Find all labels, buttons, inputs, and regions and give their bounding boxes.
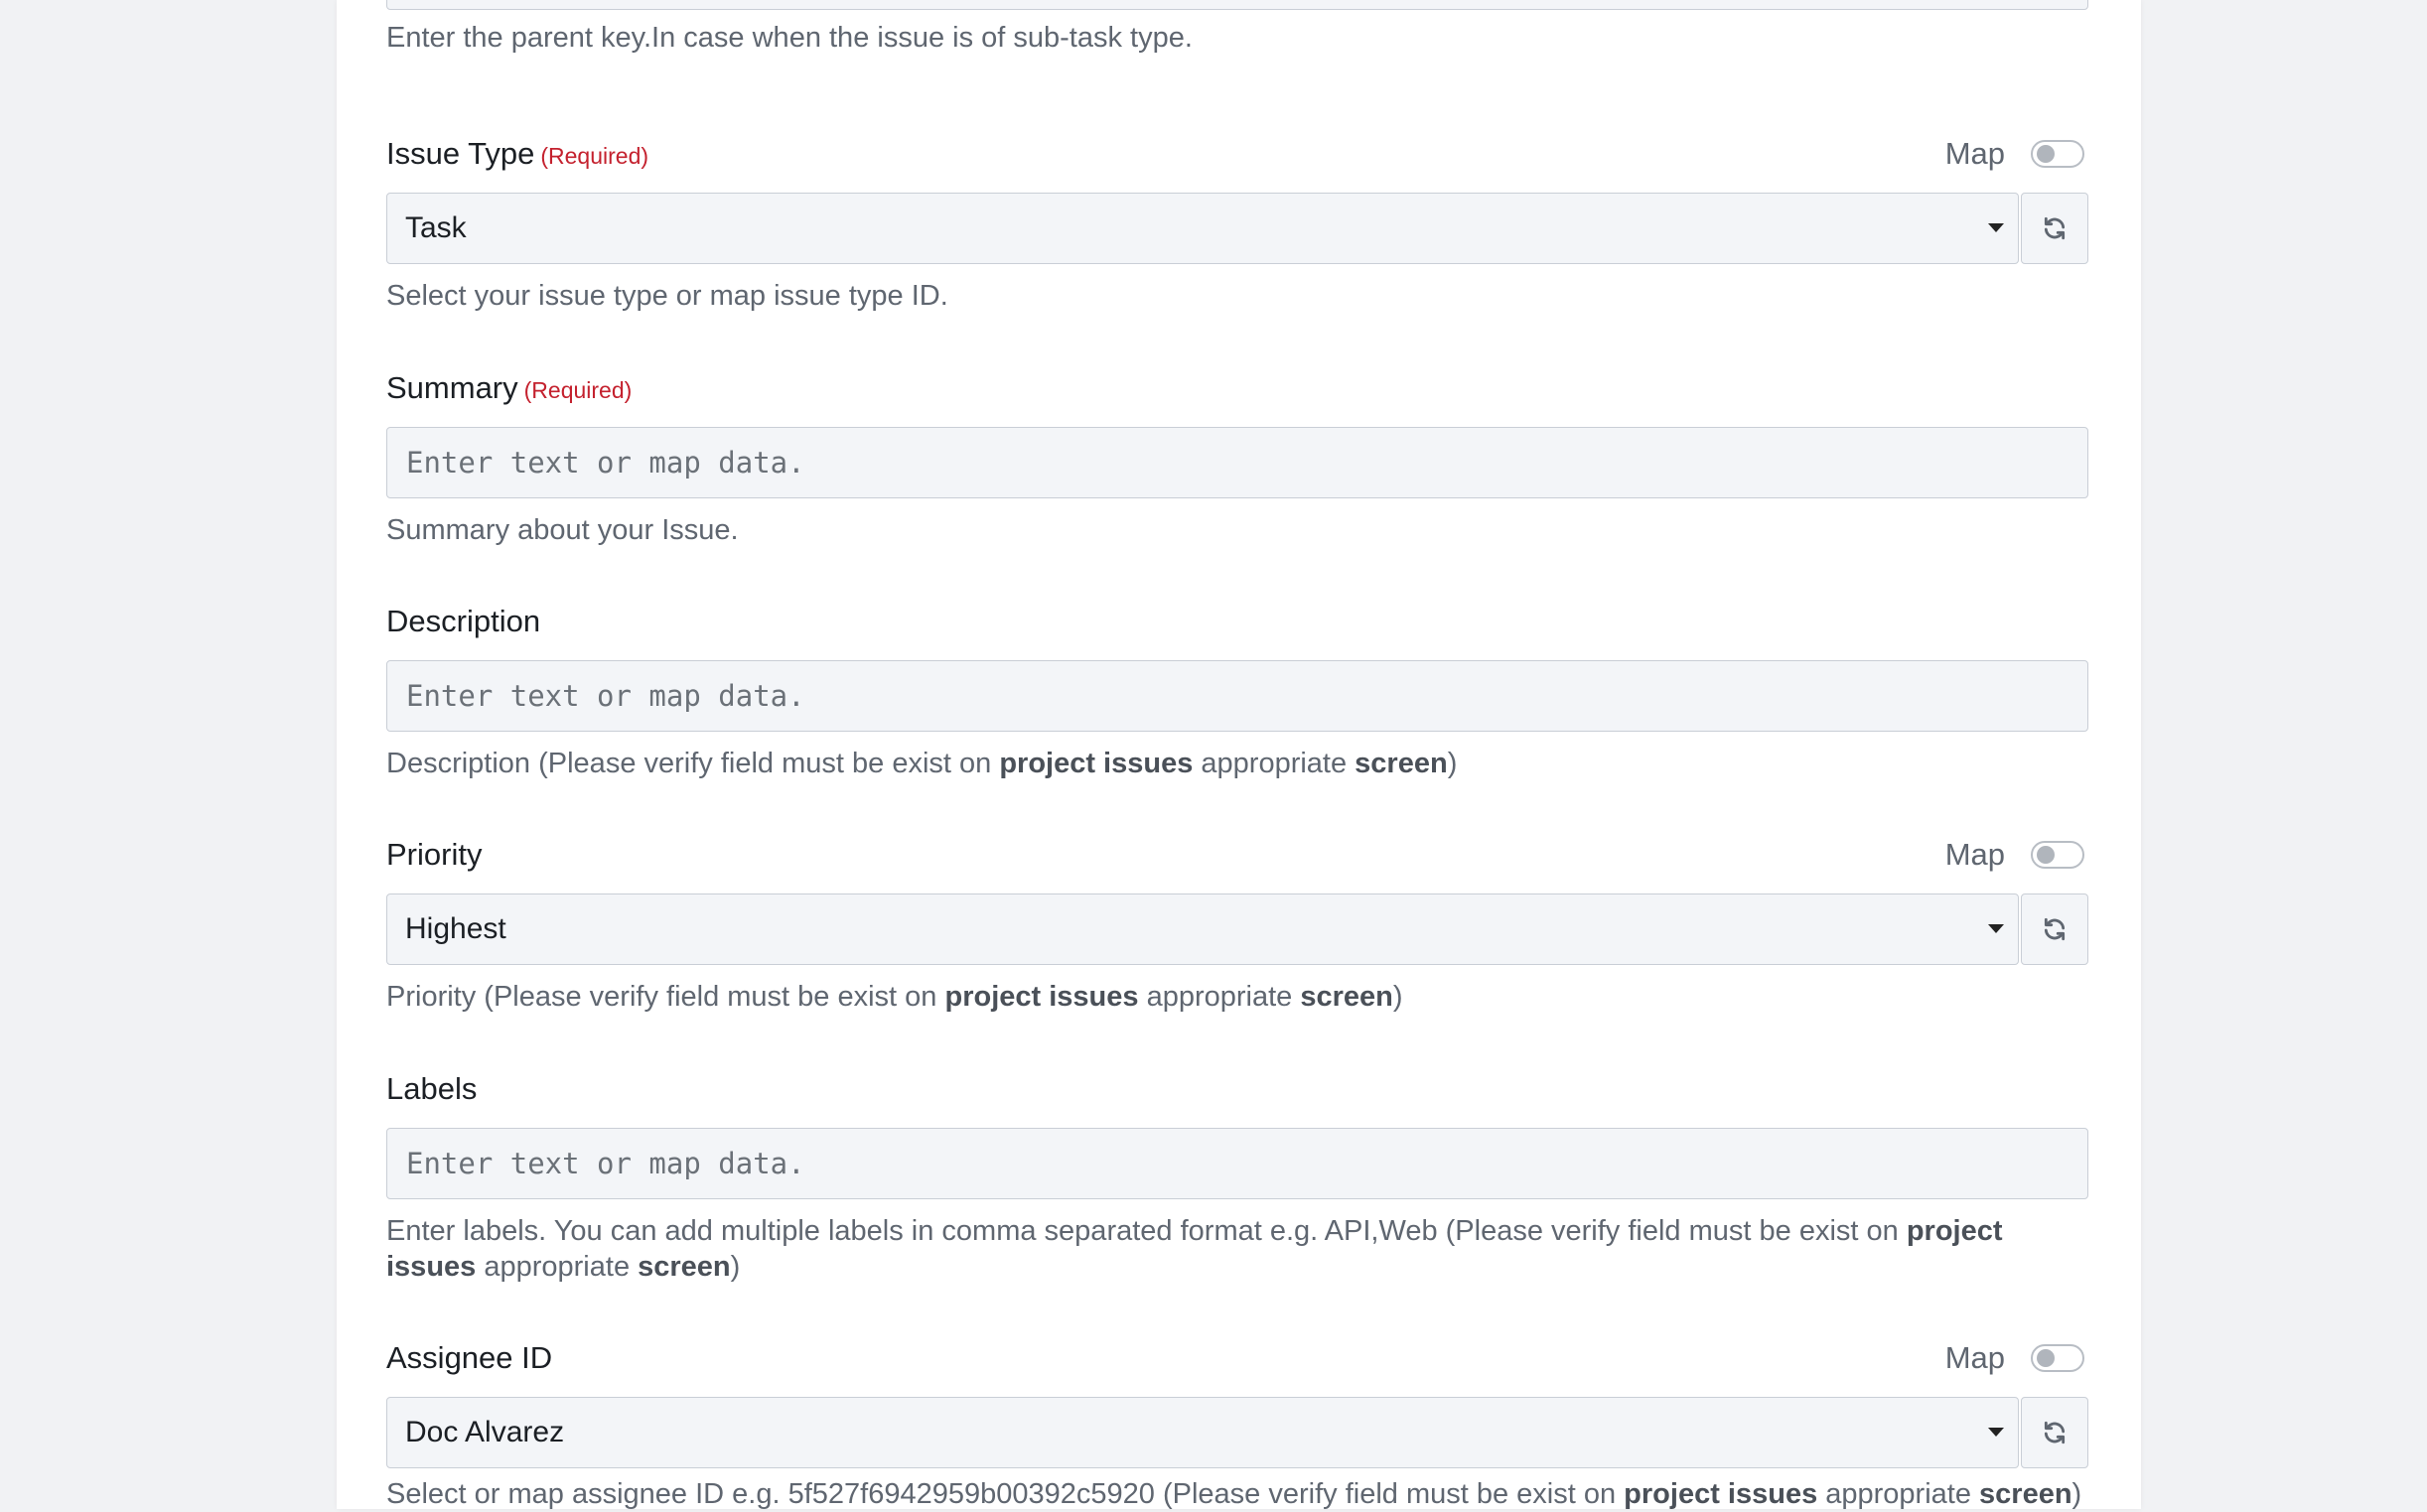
- assignee-help: Select or map assignee ID e.g. 5f527f694…: [386, 1476, 2088, 1512]
- summary-label-text: Summary: [386, 370, 518, 405]
- caret-down-icon: [1988, 924, 2004, 933]
- help-emphasis: project issues: [999, 748, 1194, 779]
- assignee-field: Assignee ID Map Doc Alvarez Select or ma…: [386, 1338, 2088, 1512]
- refresh-icon: [2044, 1421, 2066, 1444]
- assignee-map-toggle[interactable]: [2031, 1344, 2084, 1372]
- priority-map: Map: [1945, 835, 2084, 875]
- help-text: Select or map assignee ID e.g. 5f527f694…: [386, 1478, 1625, 1510]
- help-emphasis: screen: [638, 1251, 731, 1283]
- caret-down-icon: [1988, 223, 2004, 232]
- assignee-map: Map: [1945, 1338, 2084, 1378]
- help-text: ): [2071, 1478, 2082, 1510]
- summary-input[interactable]: [386, 427, 2088, 498]
- issue-type-map-toggle[interactable]: [2031, 140, 2084, 168]
- assignee-select[interactable]: Doc Alvarez: [386, 1397, 2019, 1468]
- summary-field: Summary(Required) Summary about your Iss…: [386, 368, 2088, 548]
- parent-key-field: Enter the parent key.In case when the is…: [386, 0, 2088, 56]
- issue-type-value: Task: [405, 211, 467, 244]
- required-marker: (Required): [540, 143, 649, 169]
- labels-label: Labels: [386, 1071, 478, 1106]
- caret-down-icon: [1988, 1428, 2004, 1437]
- parent-key-input[interactable]: [386, 0, 2088, 10]
- help-text: appropriate: [1193, 748, 1356, 779]
- description-help: Description (Please verify field must be…: [386, 746, 2088, 781]
- help-emphasis: project issues: [1624, 1478, 1818, 1510]
- labels-help: Enter labels. You can add multiple label…: [386, 1213, 2088, 1285]
- summary-help: Summary about your Issue.: [386, 514, 739, 546]
- help-text: ): [1447, 748, 1458, 779]
- assignee-refresh-button[interactable]: [2021, 1397, 2088, 1468]
- description-field: Description Description (Please verify f…: [386, 602, 2088, 781]
- issue-type-label-text: Issue Type: [386, 136, 535, 171]
- map-label: Map: [1944, 837, 2005, 872]
- help-text: Enter labels. You can add multiple label…: [386, 1215, 1907, 1247]
- required-marker: (Required): [523, 377, 633, 403]
- help-text: ): [730, 1251, 741, 1283]
- help-emphasis: screen: [1300, 981, 1393, 1013]
- issue-type-map: Map: [1945, 134, 2084, 174]
- priority-label: Priority: [386, 837, 483, 872]
- refresh-icon: [2044, 917, 2066, 941]
- issue-type-refresh-button[interactable]: [2021, 193, 2088, 264]
- toggle-knob: [2037, 145, 2055, 163]
- parent-key-help: Enter the parent key.In case when the is…: [386, 22, 1193, 54]
- help-emphasis: screen: [1979, 1478, 2072, 1510]
- issue-type-field: Issue Type (Required) Map Task Select yo…: [386, 134, 2088, 314]
- assignee-value: Doc Alvarez: [405, 1416, 565, 1448]
- priority-select[interactable]: Highest: [386, 893, 2019, 965]
- map-label: Map: [1944, 1340, 2005, 1375]
- help-text: ): [1392, 981, 1403, 1013]
- labels-field: Labels Enter labels. You can add multipl…: [386, 1069, 2088, 1285]
- priority-help: Priority (Please verify field must be ex…: [386, 979, 2088, 1015]
- help-emphasis: screen: [1355, 748, 1448, 779]
- issue-type-label: Issue Type (Required): [386, 134, 648, 176]
- description-input[interactable]: [386, 660, 2088, 732]
- toggle-knob: [2037, 846, 2055, 864]
- assignee-label: Assignee ID: [386, 1340, 553, 1375]
- help-emphasis: project issues: [944, 981, 1139, 1013]
- summary-label: Summary (Required): [386, 368, 632, 410]
- help-text: Priority (Please verify field must be ex…: [386, 981, 945, 1013]
- help-text: appropriate: [1138, 981, 1301, 1013]
- priority-refresh-button[interactable]: [2021, 893, 2088, 965]
- help-text: appropriate: [476, 1251, 639, 1283]
- form-card: Enter the parent key.In case when the is…: [337, 0, 2141, 1512]
- map-label: Map: [1944, 136, 2005, 171]
- priority-map-toggle[interactable]: [2031, 841, 2084, 869]
- priority-value: Highest: [405, 912, 506, 945]
- issue-type-help: Select your issue type or map issue type…: [386, 280, 948, 312]
- help-text: appropriate: [1817, 1478, 1980, 1510]
- labels-input[interactable]: [386, 1128, 2088, 1199]
- issue-type-select[interactable]: Task: [386, 193, 2019, 264]
- description-label: Description: [386, 604, 541, 638]
- refresh-icon: [2044, 216, 2066, 240]
- priority-field: Priority Map Highest Priority (Please ve…: [386, 835, 2088, 1015]
- toggle-knob: [2037, 1349, 2055, 1367]
- help-text: Description (Please verify field must be…: [386, 748, 1000, 779]
